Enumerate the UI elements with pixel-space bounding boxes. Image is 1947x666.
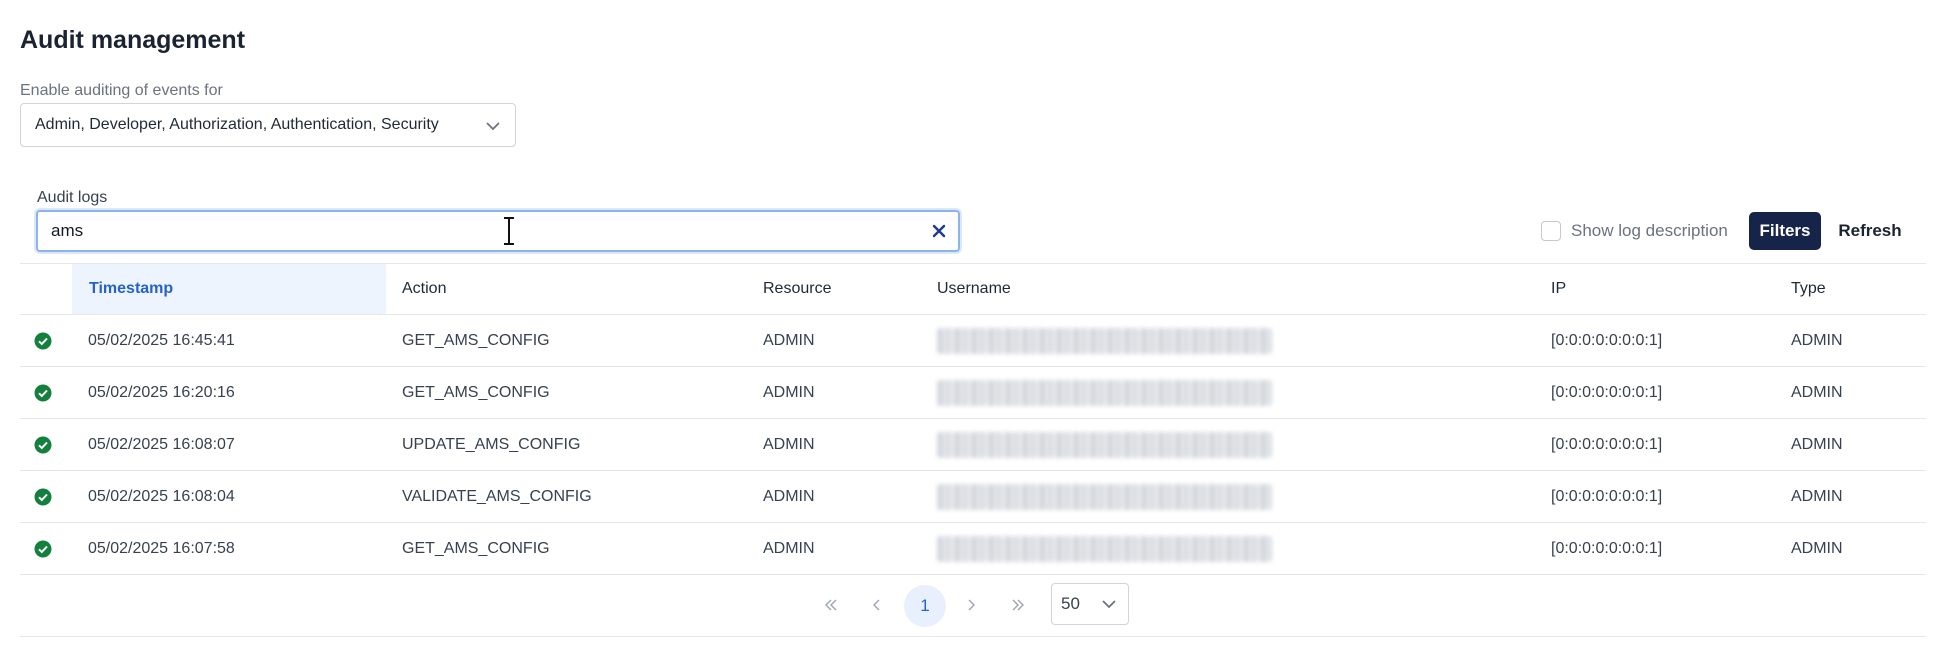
- timestamp-cell: 05/02/2025 16:20:16: [88, 383, 235, 401]
- column-header-timestamp[interactable]: Timestamp: [72, 264, 386, 314]
- redacted-username: [937, 379, 1272, 406]
- filters-button[interactable]: Filters: [1749, 212, 1821, 250]
- table-row[interactable]: 05/02/2025 16:45:41 GET_AMS_CONFIG ADMIN…: [20, 315, 1926, 367]
- page-size-value: 50: [1061, 594, 1080, 613]
- last-page-button[interactable]: [998, 583, 1038, 627]
- page-size-select[interactable]: 50: [1051, 583, 1129, 625]
- chevron-left-icon: [873, 599, 880, 611]
- divider: [20, 636, 1926, 637]
- ip-cell: [0:0:0:0:0:0:0:1]: [1551, 435, 1663, 453]
- action-cell: GET_AMS_CONFIG: [402, 331, 550, 349]
- timestamp-cell: 05/02/2025 16:45:41: [88, 331, 235, 349]
- success-check-icon: [34, 384, 52, 401]
- redacted-username: [937, 483, 1272, 510]
- success-check-icon: [34, 488, 52, 505]
- column-header-ip[interactable]: IP: [1551, 264, 1566, 314]
- close-icon[interactable]: [930, 222, 948, 240]
- redacted-username: [937, 327, 1272, 354]
- type-cell: ADMIN: [1791, 435, 1843, 453]
- success-check-icon: [34, 436, 52, 453]
- username-cell-redacted: [937, 471, 1272, 522]
- action-cell: VALIDATE_AMS_CONFIG: [402, 487, 592, 505]
- username-cell-redacted: [937, 523, 1272, 574]
- timestamp-cell: 05/02/2025 16:07:58: [88, 539, 235, 557]
- pagination: 1 50: [0, 583, 1947, 627]
- success-check-icon: [34, 332, 52, 349]
- column-header-username[interactable]: Username: [937, 264, 1011, 314]
- prev-page-button[interactable]: [857, 583, 897, 627]
- refresh-button[interactable]: Refresh: [1834, 212, 1906, 250]
- page-title: Audit management: [20, 26, 246, 54]
- search-input[interactable]: [38, 212, 958, 250]
- redacted-username: [937, 535, 1272, 562]
- resource-cell: ADMIN: [763, 539, 815, 557]
- ip-cell: [0:0:0:0:0:0:0:1]: [1551, 383, 1663, 401]
- status-cell: [34, 367, 54, 418]
- column-header-type[interactable]: Type: [1791, 264, 1826, 314]
- table-header-row: Timestamp Action Resource Username IP Ty…: [20, 263, 1926, 315]
- timestamp-cell: 05/02/2025 16:08:07: [88, 435, 235, 453]
- ip-cell: [0:0:0:0:0:0:0:1]: [1551, 487, 1663, 505]
- success-check-icon: [34, 540, 52, 557]
- audit-log-table: Timestamp Action Resource Username IP Ty…: [20, 263, 1926, 575]
- events-selected-value: Admin, Developer, Authorization, Authent…: [35, 116, 439, 133]
- status-cell: [34, 315, 54, 366]
- status-cell: [34, 523, 54, 574]
- audit-logs-label: Audit logs: [37, 189, 108, 206]
- action-cell: UPDATE_AMS_CONFIG: [402, 435, 581, 453]
- column-header-resource[interactable]: Resource: [763, 264, 831, 314]
- show-log-description-toggle[interactable]: Show log description: [1541, 221, 1728, 241]
- status-cell: [34, 419, 54, 470]
- search-field: [36, 210, 960, 252]
- username-cell-redacted: [937, 419, 1272, 470]
- type-cell: ADMIN: [1791, 539, 1843, 557]
- next-page-button[interactable]: [951, 583, 991, 627]
- redacted-username: [937, 431, 1272, 458]
- timestamp-cell: 05/02/2025 16:08:04: [88, 487, 235, 505]
- table-row[interactable]: 05/02/2025 16:20:16 GET_AMS_CONFIG ADMIN…: [20, 367, 1926, 419]
- events-field-label: Enable auditing of events for: [20, 82, 223, 99]
- action-cell: GET_AMS_CONFIG: [402, 539, 550, 557]
- chevron-down-icon: [1102, 600, 1116, 609]
- show-log-description-label: Show log description: [1571, 221, 1728, 240]
- type-cell: ADMIN: [1791, 487, 1843, 505]
- type-cell: ADMIN: [1791, 331, 1843, 349]
- resource-cell: ADMIN: [763, 383, 815, 401]
- first-page-button[interactable]: [811, 583, 851, 627]
- chevron-down-icon: [486, 122, 500, 131]
- resource-cell: ADMIN: [763, 435, 815, 453]
- status-cell: [34, 471, 54, 522]
- username-cell-redacted: [937, 315, 1272, 366]
- ip-cell: [0:0:0:0:0:0:0:1]: [1551, 331, 1663, 349]
- action-cell: GET_AMS_CONFIG: [402, 383, 550, 401]
- chevrons-left-icon: [825, 599, 837, 611]
- column-header-action[interactable]: Action: [402, 264, 446, 314]
- table-row[interactable]: 05/02/2025 16:07:58 GET_AMS_CONFIG ADMIN…: [20, 523, 1926, 575]
- table-row[interactable]: 05/02/2025 16:08:07 UPDATE_AMS_CONFIG AD…: [20, 419, 1926, 471]
- chevrons-right-icon: [1012, 599, 1024, 611]
- resource-cell: ADMIN: [763, 331, 815, 349]
- show-log-description-checkbox[interactable]: [1541, 221, 1561, 241]
- page-button-current[interactable]: 1: [904, 585, 946, 627]
- events-select[interactable]: Admin, Developer, Authorization, Authent…: [20, 103, 516, 147]
- username-cell-redacted: [937, 367, 1272, 418]
- chevron-right-icon: [968, 599, 975, 611]
- table-row[interactable]: 05/02/2025 16:08:04 VALIDATE_AMS_CONFIG …: [20, 471, 1926, 523]
- resource-cell: ADMIN: [763, 487, 815, 505]
- text-cursor-icon: [504, 217, 514, 245]
- type-cell: ADMIN: [1791, 383, 1843, 401]
- ip-cell: [0:0:0:0:0:0:0:1]: [1551, 539, 1663, 557]
